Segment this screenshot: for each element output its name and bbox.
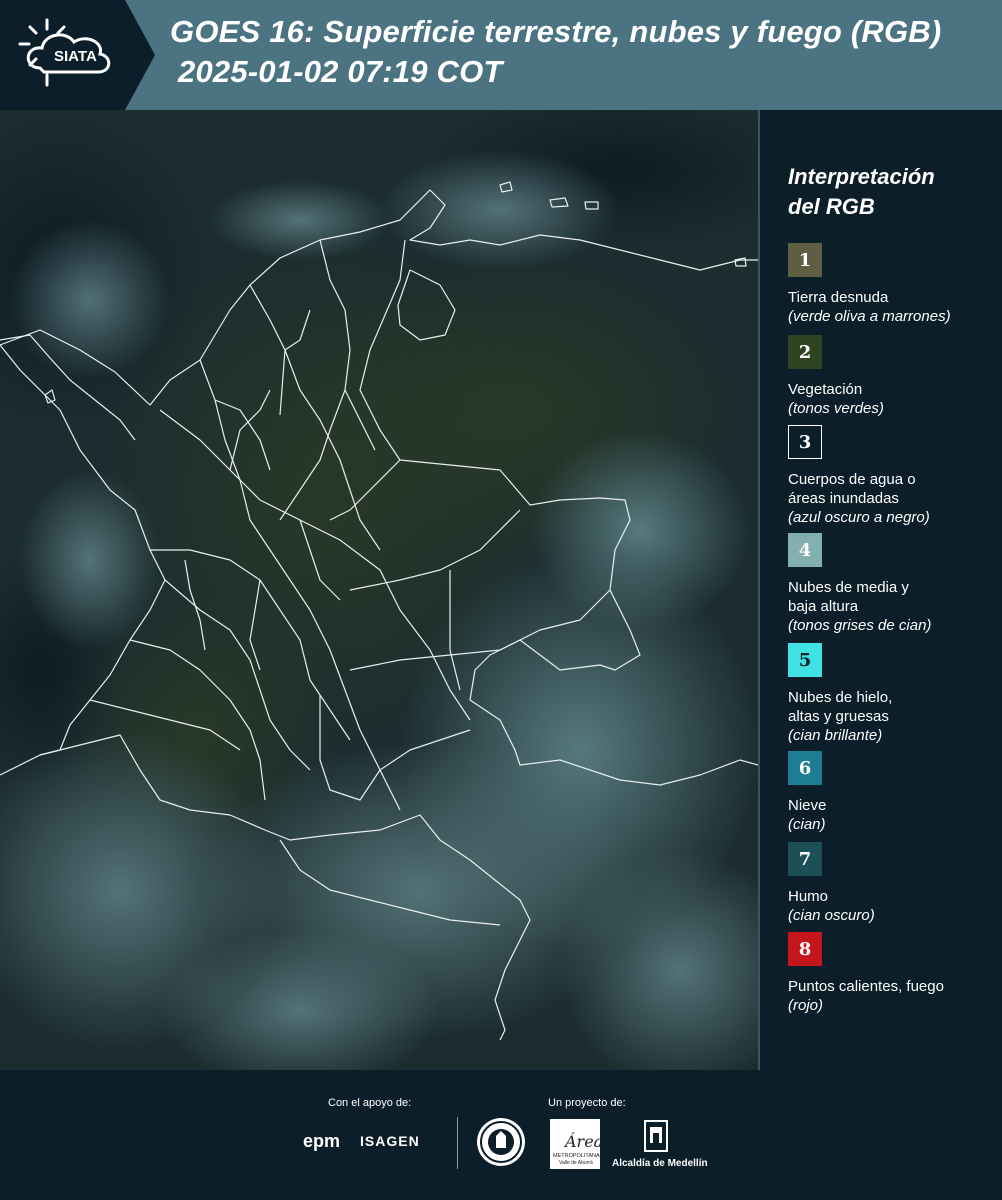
isagen-logo: ISAGEN	[360, 1133, 420, 1149]
legend-item-name: Nubes de hielo, altas y gruesas	[788, 689, 893, 725]
page-timestamp: 2025-01-02 07:19 COT	[178, 54, 503, 89]
legend-item-name: Puntos calientes, fuego	[788, 978, 944, 995]
amva-logo-name: Área	[563, 1131, 600, 1151]
medellin-shield-icon	[642, 1119, 670, 1155]
legend-swatch: 8	[788, 932, 822, 966]
legend-item-smoke: 7 Humo (cian oscuro)	[788, 842, 988, 925]
amva-logo-sub: METROPOLITANA	[553, 1153, 600, 1159]
legend-item-water: 3 Cuerpos de agua o áreas inundadas (azu…	[788, 425, 988, 527]
legend-item-name: Tierra desnuda	[788, 289, 889, 306]
legend-item-bare-soil: 1 Tierra desnuda (verde oliva a marrones…	[788, 243, 988, 326]
legend-swatch: 3	[788, 425, 822, 459]
legend-item-name: Humo	[788, 888, 829, 905]
legend-swatch: 5	[788, 643, 822, 677]
legend-item-snow: 6 Nieve (cian)	[788, 751, 988, 834]
project-caption: Un proyecto de:	[548, 1097, 626, 1109]
legend-item-fire: 8 Puntos calientes, fuego (rojo)	[788, 932, 988, 1015]
legend-item-desc: (verde oliva a marrones)	[788, 308, 951, 325]
legend-item-name: Nieve	[788, 797, 827, 814]
legend-swatch: 6	[788, 751, 822, 785]
support-caption: Con el apoyo de:	[328, 1097, 412, 1109]
legend-item-name: Vegetación	[788, 381, 863, 398]
legend-item-ice-clouds: 5 Nubes de hielo, altas y gruesas (cian …	[788, 643, 988, 745]
map-divider	[758, 110, 760, 1070]
legend-swatch: 4	[788, 533, 822, 567]
legend-title-line2: del RGB	[788, 194, 875, 219]
amva-logo-sub2: Valle de Aburrá	[559, 1160, 593, 1166]
legend-swatch: 7	[788, 842, 822, 876]
legend-item-desc: (tonos verdes)	[788, 400, 884, 417]
legend-item-desc: (rojo)	[788, 997, 824, 1014]
legend-swatch: 1	[788, 243, 822, 277]
legend-item-desc: (cian)	[788, 816, 826, 833]
legend-title-line1: Interpretación	[788, 164, 935, 189]
legend-item-low-clouds: 4 Nubes de media y baja altura (tonos gr…	[788, 533, 988, 635]
satellite-map	[0, 110, 758, 1070]
page-title: GOES 16: Superficie terrestre, nubes y f…	[170, 14, 942, 49]
legend-item-desc: (cian brillante)	[788, 727, 883, 744]
legend-item-desc: (azul oscuro a negro)	[788, 509, 930, 526]
footer-separator	[457, 1117, 458, 1169]
legend-item-name: Nubes de media y baja altura	[788, 579, 909, 615]
university-seal-icon	[477, 1118, 525, 1166]
legend-item-vegetation: 2 Vegetación (tonos verdes)	[788, 335, 988, 418]
legend-title: Interpretación del RGB	[788, 162, 988, 222]
legend-swatch: 2	[788, 335, 822, 369]
legend-item-desc: (tonos grises de cian)	[788, 617, 932, 634]
amva-logo: Área METROPOLITANA Valle de Aburrá	[550, 1119, 603, 1169]
siata-logo-text: SIATA	[54, 48, 97, 65]
epm-logo: epm	[303, 1131, 341, 1151]
legend-item-name: Cuerpos de agua o áreas inundadas	[788, 471, 916, 507]
alcaldia-label: Alcaldía de Medellín	[612, 1158, 708, 1169]
legend-item-desc: (cian oscuro)	[788, 907, 875, 924]
header-bar: SIATA GOES 16: Superficie terrestre, nub…	[0, 0, 1002, 110]
siata-logo: SIATA	[0, 0, 155, 110]
